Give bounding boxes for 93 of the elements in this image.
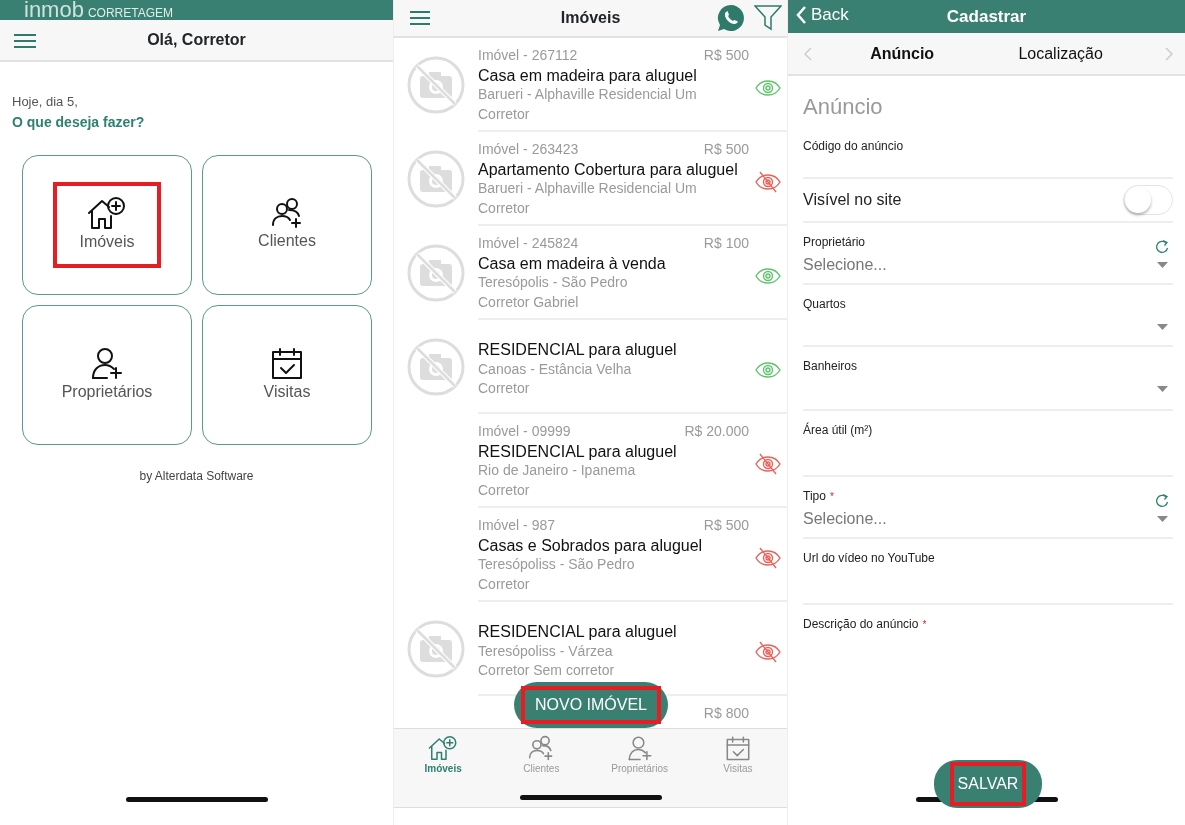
section-title: Anúncio [803, 93, 884, 121]
footer-text: by Alterdata Software [138, 467, 255, 485]
form-tab[interactable]: Anúncio [828, 41, 977, 66]
select-placeholder: Selecione... [803, 509, 887, 529]
field-label: Tipo [803, 488, 826, 505]
save-button[interactable]: SALVAR [934, 760, 1042, 808]
property-price: R$ 500 [703, 516, 749, 535]
refresh-icon[interactable] [1155, 239, 1169, 254]
screen-title: Olá, Corretor [146, 30, 247, 50]
calendar-check-icon [270, 345, 304, 380]
filter-icon[interactable] [754, 5, 782, 31]
property-agent: Corretor [478, 198, 531, 218]
property-price: R$ 800 [703, 704, 749, 723]
property-agent: Corretor [478, 480, 531, 500]
required-mark: * [922, 617, 927, 632]
menu-icon[interactable] [13, 34, 37, 48]
eye-icon[interactable] [755, 265, 781, 287]
chevron-left-icon [796, 5, 807, 24]
menu-tile[interactable]: Visitas [202, 304, 372, 445]
greeting-text: Hoje, dia 5, [12, 93, 79, 111]
toggle-switch[interactable] [1123, 185, 1173, 215]
screen-title: Cadastrar [945, 5, 1028, 28]
select-placeholder: Selecione... [803, 255, 887, 275]
property-code: Imóvel - 245824 [478, 234, 579, 253]
property-agent: Corretor Gabriel [478, 292, 580, 312]
property-location: Barueri - Alphaville Residencial Um [478, 179, 698, 198]
caret-down-icon [1157, 516, 1168, 522]
eye-off-icon[interactable] [755, 453, 781, 475]
field-label: Visível no site [803, 190, 902, 210]
field-label: Área útil (m²) [803, 421, 873, 439]
caret-down-icon [1157, 324, 1168, 330]
refresh-icon[interactable] [1155, 493, 1169, 508]
field-label: Quartos [803, 296, 846, 313]
property-agent: Corretor [478, 104, 531, 124]
property-agent: Corretor [478, 379, 531, 398]
house-plus-icon [87, 195, 127, 230]
field-label: Código do anúncio [803, 138, 904, 155]
property-code: Imóvel - 09999 [478, 422, 571, 441]
tab-item[interactable]: Proprietários [590, 729, 689, 807]
select-field[interactable]: Selecione... [803, 251, 1173, 279]
property-code: Imóvel - 267112 [478, 46, 578, 65]
property-location: Barueri - Alphaville Residencial Um [478, 85, 698, 104]
back-button[interactable]: Back [796, 2, 849, 28]
property-price: R$ 500 [703, 140, 749, 159]
house-plus-icon [428, 735, 459, 761]
form-tab[interactable]: Localização [976, 41, 1145, 66]
property-title: RESIDENCIAL para aluguel [478, 441, 678, 461]
menu-icon[interactable] [409, 11, 431, 25]
tab-item[interactable]: Clientes [492, 729, 591, 807]
menu-tile[interactable]: Proprietários [22, 304, 192, 445]
new-property-button[interactable]: NOVO IMÓVEL [514, 682, 668, 728]
property-price: R$ 100 [703, 234, 749, 253]
property-price: R$ 500 [703, 46, 749, 65]
caret-down-icon [1157, 386, 1168, 392]
property-code: Imóvel - 987 [478, 516, 556, 535]
field-label: Descrição do anúncio [803, 616, 919, 633]
property-location: Teresópolis - São Pedro [478, 273, 629, 292]
tab-item[interactable]: Visitas [688, 729, 787, 807]
highlight-frame: Imóveis [53, 181, 161, 268]
eye-off-icon[interactable] [755, 171, 781, 193]
property-title: RESIDENCIAL para aluguel [478, 340, 678, 360]
question-text: O que deseja fazer? [12, 112, 146, 132]
property-title: Apartamento Cobertura para aluguel [478, 159, 739, 179]
menu-tile[interactable]: Clientes [202, 154, 372, 295]
property-code: Imóvel - 263423 [478, 140, 579, 159]
property-agent: Corretor [478, 574, 531, 594]
eye-off-icon[interactable] [755, 547, 781, 569]
property-location: Teresópoliss - São Pedro [478, 555, 636, 574]
screen-title: Imóveis [559, 8, 622, 28]
property-title: Casa em madeira à venda [478, 253, 667, 273]
brand-logo: inmob [24, 0, 84, 20]
select-field[interactable]: Selecione... [803, 505, 1173, 533]
property-title: RESIDENCIAL para aluguel [478, 622, 678, 642]
property-price: R$ 20.000 [684, 422, 749, 441]
field-label: Url do vídeo no YouTube [803, 550, 935, 567]
caret-down-icon [1157, 262, 1168, 268]
property-agent: Corretor Sem corretor [478, 661, 616, 680]
chat-phone-icon[interactable] [717, 4, 745, 32]
field-label: Proprietário [803, 234, 866, 251]
property-location: Teresópoliss - Várzea [478, 641, 614, 661]
brand-tagline: CORRETAGEM [87, 6, 174, 20]
property-location: Canoas - Estância Velha [478, 359, 633, 379]
menu-tile[interactable]: Imóveis [22, 154, 192, 295]
eye-icon[interactable] [755, 359, 781, 381]
property-title: Casa em madeira para aluguel [478, 65, 698, 85]
property-title: Casas e Sobrados para aluguel [478, 535, 704, 555]
eye-off-icon[interactable] [755, 641, 781, 663]
property-location: Rio de Janeiro - Ipanema [478, 461, 637, 480]
person-plus-icon [89, 345, 125, 380]
required-mark: * [829, 489, 834, 504]
tab-item[interactable]: Imóveis [394, 729, 493, 807]
eye-icon[interactable] [755, 77, 781, 99]
field-label: Banheiros [803, 358, 858, 375]
